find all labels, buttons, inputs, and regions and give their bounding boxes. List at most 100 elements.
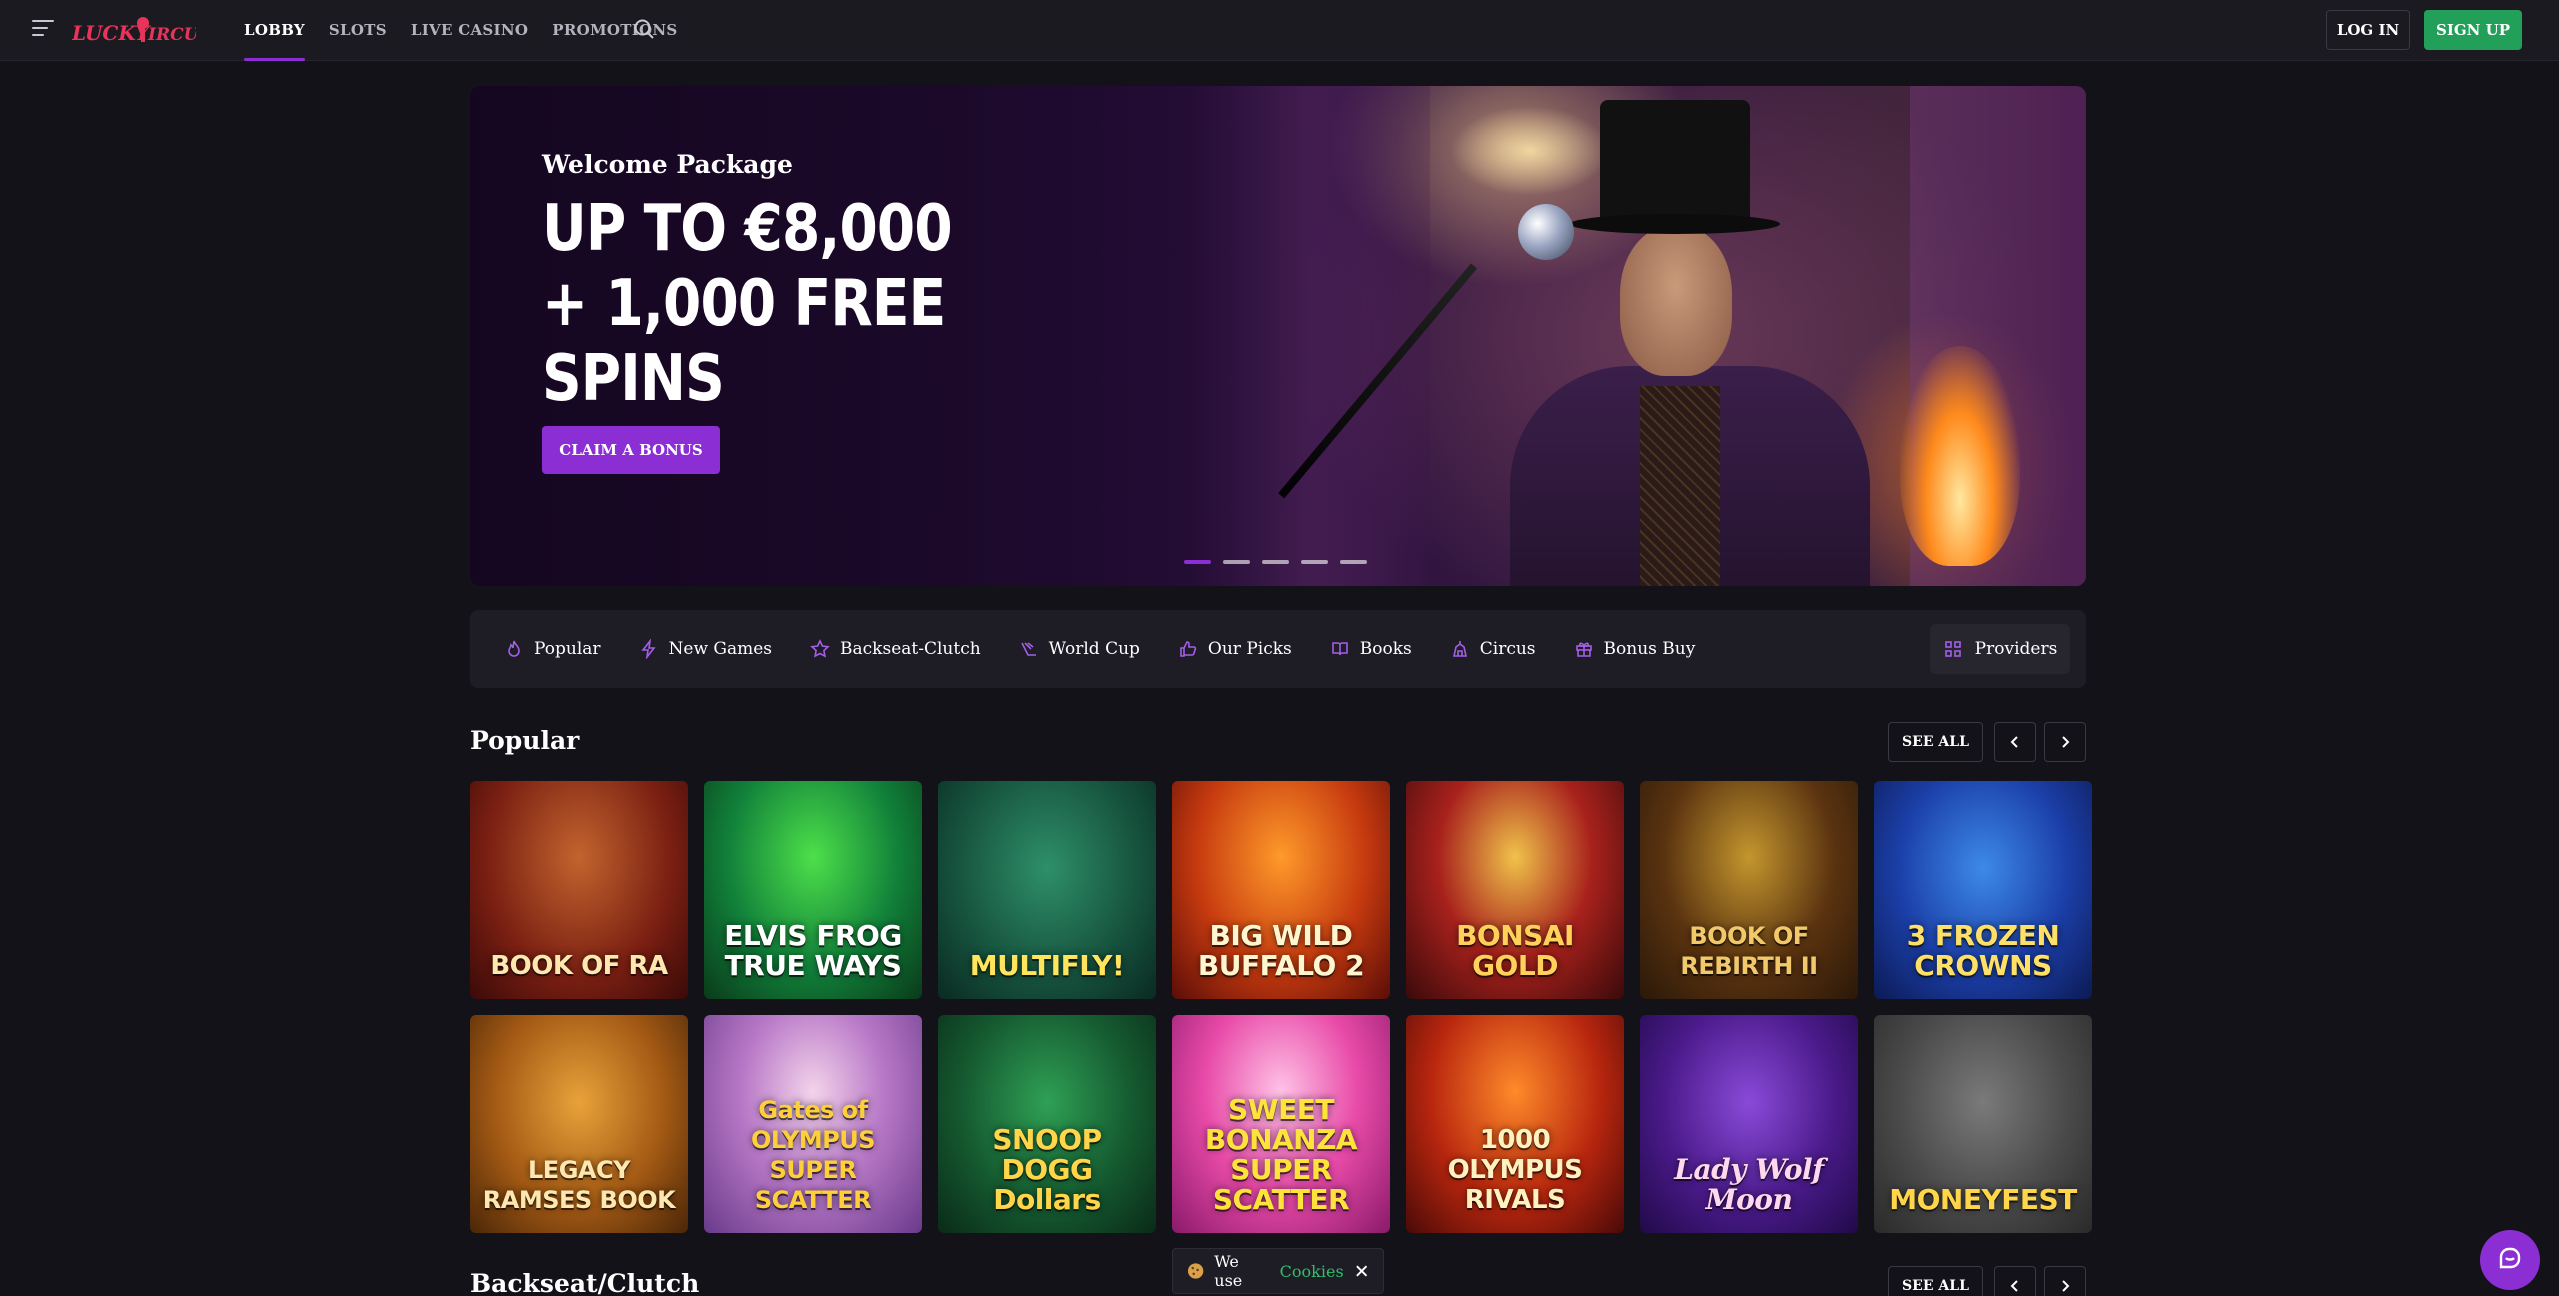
category-our-picks[interactable]: Our Picks	[1178, 639, 1292, 659]
chevron-left-icon	[2010, 1280, 2018, 1292]
book-icon	[1331, 642, 1348, 656]
section-title-popular: Popular	[470, 726, 580, 755]
game-tile-moneyfest[interactable]: MONEYFEST	[1874, 1015, 2092, 1233]
svg-text:IRCUS: IRCUS	[147, 25, 196, 45]
hero-subtitle: Welcome Package	[542, 150, 793, 179]
category-backseat-clutch[interactable]: Backseat-Clutch	[810, 639, 981, 659]
category-list: Popular New Games Backseat-Clutch World …	[504, 610, 1695, 688]
world-cup-icon	[1020, 642, 1036, 656]
game-title: MULTIFLY!	[969, 949, 1125, 982]
category-label: Circus	[1479, 639, 1536, 659]
circus-tent-icon	[1452, 641, 1467, 657]
category-circus[interactable]: Circus	[1450, 639, 1536, 659]
login-button[interactable]: LOG IN	[2326, 10, 2410, 50]
game-title: BOOK OF RA	[490, 951, 668, 981]
see-all-backseat-button[interactable]: SEE ALL	[1888, 1266, 1983, 1296]
game-tile-3-frozen-crowns[interactable]: 3 FROZEN CROWNS	[1874, 781, 2092, 999]
game-tile-sweet-bonanza[interactable]: SWEET BONANZA SUPER SCATTER	[1172, 1015, 1390, 1233]
game-tile-elvis-frog[interactable]: ELVIS FROG TRUE WAYS	[704, 781, 922, 999]
magician-vest	[1640, 386, 1720, 586]
fire-effect	[1900, 346, 2020, 566]
category-label: Bonus Buy	[1603, 639, 1696, 659]
category-world-cup[interactable]: World Cup	[1019, 639, 1140, 659]
category-label: Our Picks	[1207, 639, 1292, 659]
cookie-icon	[1187, 1263, 1204, 1279]
popular-prev-button[interactable]	[1994, 722, 2036, 762]
game-tile-lady-wolf-moon[interactable]: Lady Wolf Moon	[1640, 1015, 1858, 1233]
gift-icon	[1575, 642, 1592, 657]
search-icon[interactable]	[632, 17, 656, 41]
claim-bonus-button[interactable]: CLAIM A BONUS	[542, 426, 720, 474]
chat-bubble-icon	[2499, 1247, 2521, 1269]
game-title: MONEYFEST	[1889, 1183, 2077, 1216]
cookie-banner: We use Cookies	[1172, 1248, 1384, 1294]
game-title: SNOOP DOGG Dollars	[992, 1123, 1102, 1216]
game-title: BIG WILD BUFFALO 2	[1197, 919, 1365, 982]
cookie-text: We use	[1214, 1252, 1243, 1290]
providers-button[interactable]: Providers	[1930, 624, 2070, 674]
top-hat-brim	[1570, 214, 1780, 234]
game-title: SWEET BONANZA SUPER SCATTER	[1204, 1093, 1358, 1216]
lightning-icon	[640, 639, 656, 659]
game-tile-big-wild-buffalo-2[interactable]: BIG WILD BUFFALO 2	[1172, 781, 1390, 999]
game-title: LEGACY RAMSES BOOK	[482, 1156, 676, 1214]
carousel-dot[interactable]	[1301, 560, 1328, 564]
providers-label: Providers	[1974, 639, 2058, 659]
category-label: Backseat-Clutch	[840, 639, 981, 659]
main-nav: LOBBY SLOTS LIVE CASINO PROMOTIONS	[244, 0, 678, 61]
category-bonus-buy[interactable]: Bonus Buy	[1574, 639, 1696, 659]
lucky-circus-logo[interactable]: LUCKY IRCUS	[72, 12, 196, 50]
flame-icon	[508, 640, 520, 657]
game-title: Lady Wolf Moon	[1674, 1153, 1824, 1216]
category-popular[interactable]: Popular	[504, 639, 601, 659]
carousel-dot[interactable]	[1340, 560, 1367, 564]
hero-banner[interactable]: Welcome Package UP TO €8,000 + 1,000 FRE…	[470, 86, 2086, 586]
chevron-left-icon	[2010, 736, 2018, 748]
game-title: ELVIS FROG TRUE WAYS	[724, 919, 902, 982]
nav-promotions[interactable]: PROMOTIONS	[552, 0, 677, 61]
game-tile-legacy-ramses-book[interactable]: LEGACY RAMSES BOOK	[470, 1015, 688, 1233]
category-new-games[interactable]: New Games	[639, 639, 773, 659]
top-hat	[1600, 100, 1750, 220]
hero-title: UP TO €8,000 + 1,000 FREE SPINS	[542, 192, 953, 416]
category-label: New Games	[668, 639, 773, 659]
chevron-right-icon	[2062, 736, 2070, 748]
popular-games-grid: BOOK OF RA ELVIS FROG TRUE WAYS MULTIFLY…	[470, 781, 2092, 1233]
cookie-link[interactable]: Cookies	[1280, 1262, 1344, 1281]
category-books[interactable]: Books	[1330, 639, 1412, 659]
game-title: 3 FROZEN CROWNS	[1906, 919, 2060, 982]
backseat-next-button[interactable]	[2044, 1266, 2086, 1296]
thumbs-up-icon	[1180, 641, 1197, 657]
game-title: 1000 OLYMPUS RIVALS	[1447, 1125, 1583, 1215]
game-title: BOOK OF REBIRTH II	[1680, 922, 1818, 980]
magician-face	[1620, 226, 1732, 376]
signup-button[interactable]: SIGN UP	[2424, 10, 2522, 50]
backseat-prev-button[interactable]	[1994, 1266, 2036, 1296]
game-tile-snoop-dogg-dollars[interactable]: SNOOP DOGG Dollars	[938, 1015, 1156, 1233]
game-tile-multifly[interactable]: MULTIFLY!	[938, 781, 1156, 999]
nav-slots[interactable]: SLOTS	[329, 0, 387, 61]
carousel-dot[interactable]	[1262, 560, 1289, 564]
game-tile-book-of-ra[interactable]: BOOK OF RA	[470, 781, 688, 999]
nav-lobby[interactable]: LOBBY	[244, 0, 305, 61]
game-tile-book-of-rebirth-2[interactable]: BOOK OF REBIRTH II	[1640, 781, 1858, 999]
nav-live-casino[interactable]: LIVE CASINO	[411, 0, 528, 61]
game-tile-1000-olympus-rivals[interactable]: 1000 OLYMPUS RIVALS	[1406, 1015, 1624, 1233]
category-label: Books	[1359, 639, 1412, 659]
popular-next-button[interactable]	[2044, 722, 2086, 762]
grid-icon	[1944, 641, 1961, 657]
close-icon[interactable]	[1354, 1263, 1369, 1279]
chevron-right-icon	[2062, 1280, 2070, 1292]
carousel-dot[interactable]	[1184, 560, 1211, 564]
cane-orb	[1518, 204, 1574, 260]
live-chat-button[interactable]	[2480, 1230, 2540, 1290]
section-title-backseat: Backseat/Clutch	[470, 1269, 700, 1296]
category-bar: Popular New Games Backseat-Clutch World …	[470, 610, 2086, 688]
star-icon	[810, 639, 830, 658]
carousel-dot[interactable]	[1223, 560, 1250, 564]
game-tile-bonsai-gold[interactable]: BONSAI GOLD	[1406, 781, 1624, 999]
menu-icon[interactable]	[32, 20, 54, 38]
game-tile-gates-of-olympus[interactable]: Gates of OLYMPUS SUPER SCATTER	[704, 1015, 922, 1233]
chandelier-image	[1450, 106, 1610, 196]
see-all-popular-button[interactable]: SEE ALL	[1888, 722, 1983, 762]
